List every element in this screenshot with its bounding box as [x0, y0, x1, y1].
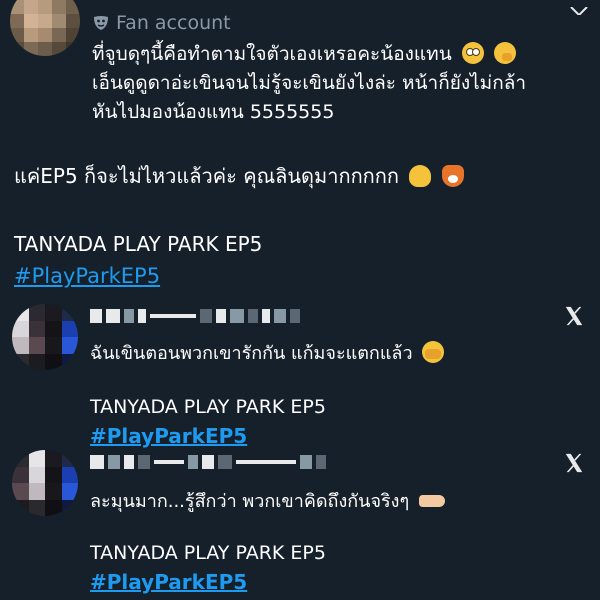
ep-line: แค่EP5 ก็จะไม่ไหวแล้วค่ะ คุณลินดุมากกกกก	[14, 160, 464, 192]
post-body: ที่จูบดุๆนี้คือทำตามใจตัวเองเหรอคะน้องแท…	[92, 40, 582, 127]
reply-hashtag-link[interactable]: #PlayParkEP5	[90, 424, 247, 448]
reply-text: ฉันเขินตอนพวกเขารักกัน แก้มจะแตกแล้ว	[90, 338, 445, 367]
reply-author-name[interactable]	[90, 306, 300, 326]
hashtag-link[interactable]: #PlayParkEP5	[14, 264, 160, 288]
fox-icon	[441, 165, 464, 187]
show-title: TANYADA PLAY PARK EP5	[14, 232, 263, 256]
x-logo-icon[interactable]	[563, 305, 585, 327]
post-line: หันไปมองน้องแทน 5555555	[92, 101, 335, 123]
reply-hashtag-link[interactable]: #PlayParkEP5	[90, 570, 247, 594]
melting-face-icon	[409, 165, 432, 187]
reply-author-name[interactable]	[90, 452, 326, 472]
account-label: Fan account	[92, 10, 231, 36]
reply-show-title: TANYADA PLAY PARK EP5	[90, 396, 326, 418]
flushed-face-icon	[461, 42, 484, 64]
post-line: ที่จูบดุๆนี้คือทำตามใจตัวเองเหรอคะน้องแท…	[92, 40, 582, 69]
hand-over-mouth-icon	[493, 42, 516, 64]
top-blurred-icon	[568, 0, 590, 16]
post-line: เอ็นดูดูดาอ่ะเขินจนไม่รู้จะเขินยังไงล่ะ …	[92, 72, 527, 94]
reply-show-title: TANYADA PLAY PARK EP5	[90, 542, 326, 564]
account-label-text: Fan account	[116, 12, 231, 34]
reply-avatar[interactable]	[12, 304, 78, 370]
reply-text: ละมุนมาก...รู้สึกว่า พวกเขาคิดถึงกันจริง…	[90, 486, 445, 515]
author-avatar[interactable]	[10, 0, 80, 56]
peeking-eye-face-icon	[422, 341, 445, 363]
pointing-hand-icon	[418, 495, 445, 507]
theater-mask-icon	[94, 16, 108, 30]
reply-avatar[interactable]	[12, 450, 78, 516]
x-logo-icon[interactable]	[563, 452, 585, 474]
